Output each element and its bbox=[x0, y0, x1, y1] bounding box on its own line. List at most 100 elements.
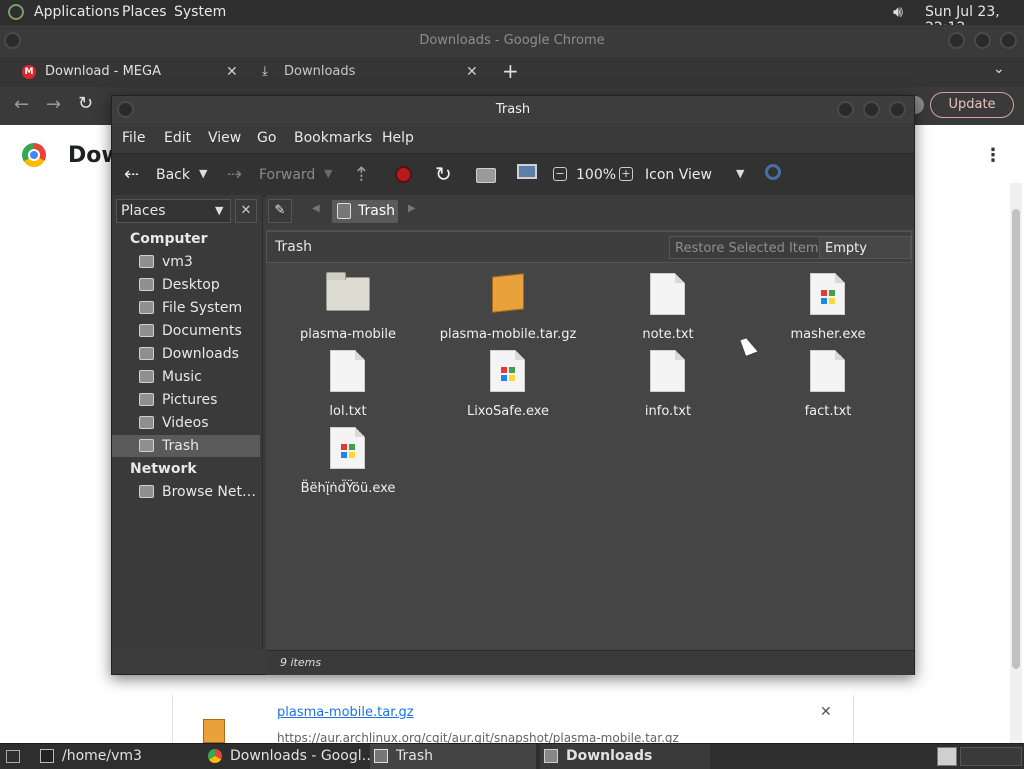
file-item[interactable]: B̈ëhį̈ṅd̈Ÿöü.exe bbox=[268, 427, 428, 497]
file-manager-window: Trash File Edit View Go Bookmarks Help ⇠… bbox=[111, 95, 915, 675]
trash-bar: Trash Restore Selected Items Empty Trash bbox=[266, 231, 912, 279]
task-chrome[interactable]: Downloads - Googl… bbox=[204, 744, 376, 769]
fm-close-button[interactable] bbox=[889, 101, 906, 118]
menu-help[interactable]: Help bbox=[382, 130, 414, 146]
file-item[interactable]: fact.txt bbox=[748, 350, 908, 420]
view-mode-select[interactable]: Icon View bbox=[645, 167, 712, 183]
chrome-maximize-button[interactable] bbox=[974, 32, 991, 49]
sidebar-item-pictures[interactable]: Pictures bbox=[112, 389, 260, 411]
folder-icon bbox=[139, 278, 154, 291]
sidebar-item-file-system[interactable]: File System bbox=[112, 297, 260, 319]
file-item[interactable]: masher.exe bbox=[748, 273, 908, 343]
file-item[interactable]: lol.txt bbox=[268, 350, 428, 420]
download-filename-link[interactable]: plasma-mobile.tar.gz bbox=[277, 705, 414, 720]
sidebar-item-browse-net[interactable]: Browse Net… bbox=[112, 481, 260, 503]
tab-downloads[interactable]: ⤓ Downloads ✕ bbox=[254, 57, 494, 87]
update-button[interactable]: Update bbox=[930, 92, 1014, 118]
fm-main-pane: ✎ ◀ Trash ▶ Trash Restore Selected Items… bbox=[266, 195, 914, 650]
fm-maximize-button[interactable] bbox=[863, 101, 880, 118]
search-icon[interactable] bbox=[765, 164, 781, 180]
tab-search-chevron-icon[interactable]: ⌄ bbox=[993, 61, 1005, 77]
chrome-menu-button[interactable] bbox=[4, 32, 21, 49]
workspace-switcher-2[interactable] bbox=[960, 747, 1022, 766]
sidebar-item-documents[interactable]: Documents bbox=[112, 320, 260, 342]
volume-icon[interactable]: 🔊︎ bbox=[893, 2, 903, 22]
chevron-down-icon[interactable]: ▼ bbox=[736, 167, 744, 180]
file-item[interactable]: plasma-mobile bbox=[268, 272, 428, 343]
zoom-level[interactable]: 100% bbox=[576, 167, 616, 183]
new-tab-plus-icon[interactable]: + bbox=[502, 59, 519, 83]
show-desktop-icon[interactable] bbox=[6, 750, 20, 763]
empty-trash-button[interactable]: Empty Trash bbox=[819, 236, 911, 279]
forward-arrow-icon[interactable]: ⇢ bbox=[227, 164, 242, 185]
scrollbar[interactable] bbox=[1010, 183, 1022, 743]
close-sidebar-icon[interactable]: ✕ bbox=[235, 199, 257, 223]
forward-arrow-icon[interactable]: → bbox=[46, 94, 61, 115]
tab-label: Downloads bbox=[284, 64, 356, 79]
sidebar-item-desktop[interactable]: Desktop bbox=[112, 274, 260, 296]
trash-icon bbox=[139, 439, 154, 452]
sidebar-item-videos[interactable]: Videos bbox=[112, 412, 260, 434]
sidebar-item-label: Trash bbox=[162, 438, 199, 454]
sidebar-item-downloads[interactable]: Downloads bbox=[112, 343, 260, 365]
back-arrow-icon[interactable]: ⇠ bbox=[124, 164, 139, 185]
path-right-arrow-icon[interactable]: ▶ bbox=[408, 203, 416, 214]
file-item[interactable]: plasma-mobile.tar.gz bbox=[428, 273, 588, 343]
sidebar-heading-label: Network bbox=[130, 461, 197, 477]
fm-sidebar: Places ▼ ✕ Computer vm3 Desktop File System… bbox=[112, 195, 263, 650]
reload-icon[interactable]: ↻ bbox=[435, 162, 452, 186]
file-item[interactable]: LixoSafe.exe bbox=[428, 350, 588, 420]
menu-file[interactable]: File bbox=[122, 130, 145, 146]
restore-selected-button[interactable]: Restore Selected Items bbox=[669, 236, 832, 259]
sidebar-item-music[interactable]: Music bbox=[112, 366, 260, 388]
zoom-out-icon[interactable]: − bbox=[553, 167, 567, 181]
places-selector[interactable]: Places ▼ bbox=[116, 199, 231, 223]
menu-applications[interactable]: Applications bbox=[34, 4, 120, 20]
file-item[interactable]: note.txt bbox=[588, 273, 748, 343]
folder-icon bbox=[544, 749, 558, 763]
computer-icon[interactable] bbox=[517, 164, 537, 179]
menu-places[interactable]: Places bbox=[122, 4, 167, 20]
file-item[interactable]: info.txt bbox=[588, 350, 748, 420]
forward-history-dropdown-icon[interactable]: ▼ bbox=[324, 167, 332, 180]
chevron-down-icon: ▼ bbox=[215, 204, 224, 217]
task-trash[interactable]: Trash bbox=[370, 744, 536, 769]
menu-view[interactable]: View bbox=[208, 130, 241, 146]
chrome-close-button[interactable] bbox=[1000, 32, 1017, 49]
fm-menu-button[interactable] bbox=[117, 101, 134, 118]
reload-icon[interactable]: ↻ bbox=[78, 93, 93, 114]
menu-go[interactable]: Go bbox=[257, 130, 276, 146]
menu-system[interactable]: System bbox=[174, 4, 226, 20]
path-crumb-trash[interactable]: Trash bbox=[332, 200, 398, 223]
package-icon bbox=[203, 719, 225, 743]
back-button[interactable]: Back bbox=[156, 167, 190, 183]
close-icon[interactable]: ✕ bbox=[226, 57, 238, 87]
workspace-switcher[interactable] bbox=[937, 747, 957, 766]
close-icon[interactable]: ✕ bbox=[466, 57, 478, 87]
menu-edit[interactable]: Edit bbox=[164, 130, 191, 146]
file-name: B̈ëhį̈ṅd̈Ÿöü.exe bbox=[300, 481, 396, 496]
home-folder-icon[interactable] bbox=[476, 168, 496, 183]
sidebar-item-trash[interactable]: Trash bbox=[112, 435, 260, 457]
up-arrow-icon[interactable]: ⇡ bbox=[353, 162, 370, 186]
location-edit-icon[interactable]: ✎ bbox=[268, 199, 292, 223]
zoom-in-icon[interactable]: + bbox=[619, 167, 633, 181]
text-file-icon bbox=[330, 350, 365, 392]
sidebar-item-vm3[interactable]: vm3 bbox=[112, 251, 260, 273]
path-left-arrow-icon[interactable]: ◀ bbox=[312, 203, 320, 214]
fm-minimize-button[interactable] bbox=[837, 101, 854, 118]
close-icon[interactable]: ✕ bbox=[820, 704, 832, 720]
chrome-logo-icon bbox=[208, 749, 222, 763]
back-arrow-icon[interactable]: ← bbox=[14, 94, 29, 115]
menu-bookmarks[interactable]: Bookmarks bbox=[294, 130, 372, 146]
stop-icon[interactable] bbox=[395, 166, 412, 183]
task-terminal[interactable]: /home/vm3 bbox=[36, 744, 196, 769]
chrome-minimize-button[interactable] bbox=[948, 32, 965, 49]
forward-button[interactable]: Forward bbox=[259, 167, 315, 183]
gnome-foot-icon[interactable] bbox=[8, 4, 24, 20]
more-vert-icon[interactable]: ⋮ bbox=[984, 145, 1002, 166]
task-downloads[interactable]: Downloads bbox=[540, 744, 710, 769]
network-icon bbox=[139, 485, 154, 498]
back-history-dropdown-icon[interactable]: ▼ bbox=[199, 167, 207, 180]
tab-download-mega[interactable]: M Download - MEGA ✕ bbox=[14, 57, 254, 87]
